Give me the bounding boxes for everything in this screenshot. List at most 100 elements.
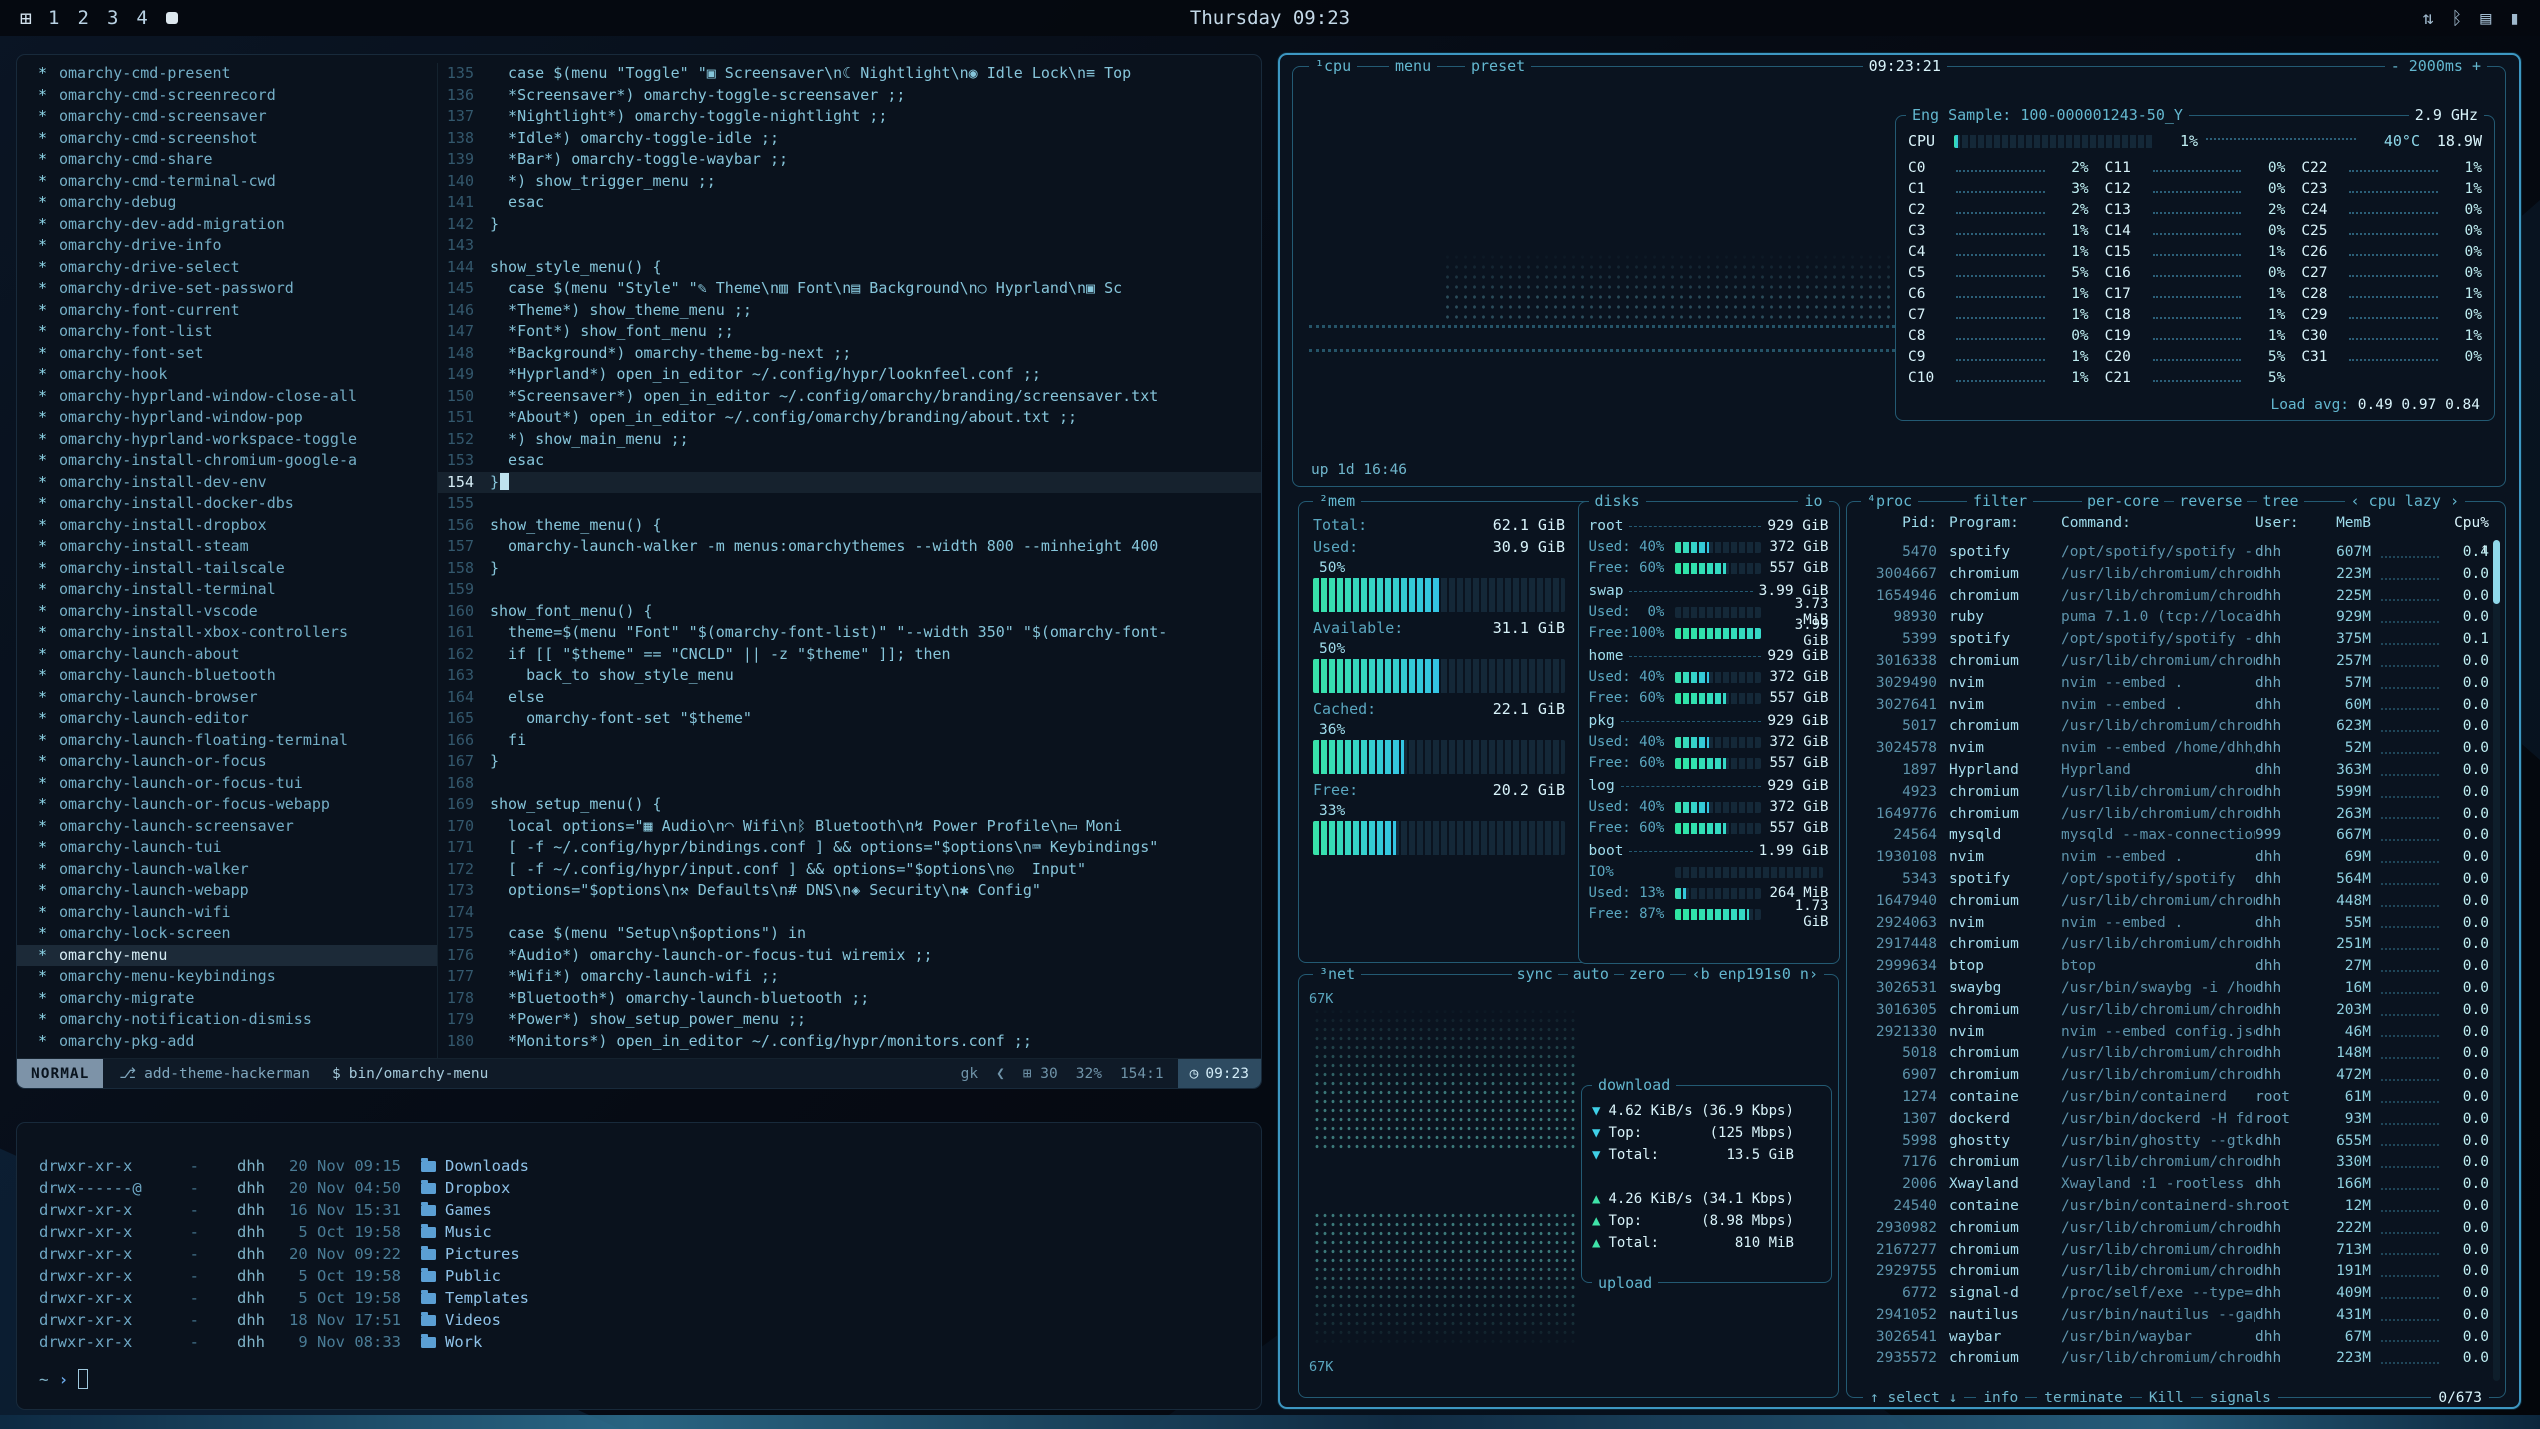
directory-name[interactable]: Videos [421, 1309, 501, 1331]
file-item[interactable]: * omarchy-migrate [17, 988, 437, 1010]
directory-name[interactable]: Templates [421, 1287, 529, 1309]
process-row[interactable]: 1274 containe /usr/bin/containerd root 6… [1857, 1087, 2489, 1109]
file-item[interactable]: * omarchy-install-xbox-controllers [17, 622, 437, 644]
file-item[interactable]: * omarchy-menu-keybindings [17, 966, 437, 988]
file-item[interactable]: * omarchy-pkg-add [17, 1031, 437, 1053]
process-row[interactable]: 3026531 swaybg /usr/bin/swaybg -i /hom d… [1857, 978, 2489, 1000]
process-row[interactable]: 2930982 chromium /usr/lib/chromium/chrom… [1857, 1218, 2489, 1240]
process-row[interactable]: 3029490 nvim nvim --embed . dhh 57M 0.0 [1857, 673, 2489, 695]
file-item[interactable]: * omarchy-font-list [17, 321, 437, 343]
mem-box-title[interactable]: ²mem [1313, 491, 1361, 511]
process-row[interactable]: 5343 spotify /opt/spotify/spotify dhh 56… [1857, 869, 2489, 891]
file-item[interactable]: * omarchy-install-terminal [17, 579, 437, 601]
net-box-title[interactable]: ³net [1313, 964, 1361, 984]
process-row[interactable]: 3026541 waybar /usr/bin/waybar dhh 67M 0… [1857, 1327, 2489, 1349]
file-item[interactable]: * omarchy-launch-walker [17, 859, 437, 881]
proc-option[interactable]: per-core [2082, 491, 2164, 511]
file-item[interactable]: * omarchy-launch-bluetooth [17, 665, 437, 687]
process-row[interactable]: 3024578 nvim nvim --embed /home/dhh/ dhh… [1857, 738, 2489, 760]
process-row[interactable]: 1647940 chromium /usr/lib/chromium/chrom… [1857, 891, 2489, 913]
process-row[interactable]: 24540 containe /usr/bin/containerd-shi r… [1857, 1196, 2489, 1218]
filter-button[interactable]: filter [1967, 491, 2033, 511]
process-row[interactable]: 6907 chromium /usr/lib/chromium/chrom dh… [1857, 1065, 2489, 1087]
process-row[interactable]: 1654946 chromium /usr/lib/chromium/chrom… [1857, 586, 2489, 608]
footer-action[interactable]: ↑ select ↓ [1863, 1387, 1964, 1409]
net-control[interactable]: sync [1512, 964, 1558, 984]
battery-icon[interactable]: ▮ [2509, 8, 2520, 29]
process-row[interactable]: 2917448 chromium /usr/lib/chromium/chrom… [1857, 934, 2489, 956]
file-item[interactable]: * omarchy-install-dev-env [17, 472, 437, 494]
terminal-window[interactable]: drwxr-xr-x - dhh 20 Nov 09:15 Downloads … [16, 1122, 1262, 1410]
io-mode-toggle[interactable]: io [1798, 491, 1828, 511]
file-item[interactable]: * omarchy-lock-screen [17, 923, 437, 945]
update-interval-control[interactable]: - 2000ms + [2385, 56, 2487, 76]
process-row[interactable]: 2167277 chromium /usr/lib/chromium/chrom… [1857, 1240, 2489, 1262]
process-row[interactable]: 2006 Xwayland Xwayland :1 -rootless - dh… [1857, 1174, 2489, 1196]
file-item[interactable]: * omarchy-install-vscode [17, 601, 437, 623]
directory-name[interactable]: Music [421, 1221, 492, 1243]
process-row[interactable]: 5018 chromium /usr/lib/chromium/chrom dh… [1857, 1043, 2489, 1065]
file-item[interactable]: * omarchy-launch-tui [17, 837, 437, 859]
file-item[interactable]: * omarchy-launch-about [17, 644, 437, 666]
process-row[interactable]: 1307 dockerd /usr/bin/dockerd -H fd: roo… [1857, 1109, 2489, 1131]
process-row[interactable]: 2924063 nvim nvim --embed . dhh 55M 0.0 [1857, 913, 2489, 935]
workspace-button[interactable]: 4 [136, 7, 147, 29]
process-row[interactable]: 1897 Hyprland Hyprland dhh 363M 0.0 [1857, 760, 2489, 782]
directory-name[interactable]: Downloads [421, 1155, 529, 1177]
code-editor[interactable]: 135 case $(menu "Toggle" "▣ Screensaver\… [437, 63, 1261, 1058]
file-item[interactable]: * omarchy-launch-or-focus-tui [17, 773, 437, 795]
file-item[interactable]: * omarchy-launch-or-focus [17, 751, 437, 773]
file-item[interactable]: * omarchy-install-steam [17, 536, 437, 558]
file-item[interactable]: * omarchy-cmd-share [17, 149, 437, 171]
process-row[interactable]: 2921330 nvim nvim --embed config.jso dhh… [1857, 1022, 2489, 1044]
proc-option[interactable]: reverse [2174, 491, 2247, 511]
file-item[interactable]: * omarchy-font-set [17, 343, 437, 365]
sort-control[interactable]: ‹ cpu lazy › [2345, 491, 2465, 511]
file-item[interactable]: * omarchy-install-tailscale [17, 558, 437, 580]
file-item[interactable]: * omarchy-menu [17, 945, 437, 967]
process-row[interactable]: 7176 chromium /usr/lib/chromium/chrom dh… [1857, 1152, 2489, 1174]
tray-icon[interactable]: ▤ [2480, 8, 2491, 29]
file-item[interactable]: * omarchy-drive-select [17, 257, 437, 279]
file-item[interactable]: * omarchy-launch-editor [17, 708, 437, 730]
file-item[interactable]: * omarchy-hyprland-workspace-toggle [17, 429, 437, 451]
process-row[interactable]: 5017 chromium /usr/lib/chromium/chrom dh… [1857, 716, 2489, 738]
file-item[interactable]: * omarchy-launch-browser [17, 687, 437, 709]
file-item[interactable]: * omarchy-install-chromium-google-a [17, 450, 437, 472]
process-row[interactable]: 24564 mysqld mysqld --max-connection 999… [1857, 825, 2489, 847]
file-item[interactable]: * omarchy-hook [17, 364, 437, 386]
directory-name[interactable]: Pictures [421, 1243, 520, 1265]
process-row[interactable]: 5399 spotify /opt/spotify/spotify -- dhh… [1857, 629, 2489, 651]
file-item[interactable]: * omarchy-cmd-terminal-cwd [17, 171, 437, 193]
process-row[interactable]: 2999634 btop btop dhh 27M 0.0 [1857, 956, 2489, 978]
file-item[interactable]: * omarchy-launch-or-focus-webapp [17, 794, 437, 816]
process-row[interactable]: 3016338 chromium /usr/lib/chromium/chrom… [1857, 651, 2489, 673]
bluetooth-icon[interactable]: ᛒ [2452, 8, 2463, 29]
process-row[interactable]: 1930108 nvim nvim --embed . dhh 69M 0.0 [1857, 847, 2489, 869]
file-item[interactable]: * omarchy-font-current [17, 300, 437, 322]
file-item[interactable]: * omarchy-cmd-screenrecord [17, 85, 437, 107]
file-item[interactable]: * omarchy-launch-floating-terminal [17, 730, 437, 752]
proc-option[interactable]: tree [2257, 491, 2303, 511]
process-row[interactable]: 2929755 chromium /usr/lib/chromium/chrom… [1857, 1261, 2489, 1283]
process-row[interactable]: 4923 chromium /usr/lib/chromium/chrom dh… [1857, 782, 2489, 804]
footer-action[interactable]: Kill [2142, 1387, 2191, 1409]
file-item[interactable]: * omarchy-cmd-screenshot [17, 128, 437, 150]
process-row[interactable]: 5470 spotify /opt/spotify/spotify -- dhh… [1857, 542, 2489, 564]
footer-action[interactable]: info [1976, 1387, 2025, 1409]
file-item[interactable]: * omarchy-install-docker-dbs [17, 493, 437, 515]
file-item[interactable]: * omarchy-launch-wifi [17, 902, 437, 924]
file-item[interactable]: * omarchy-drive-info [17, 235, 437, 257]
file-item[interactable]: * omarchy-launch-webapp [17, 880, 437, 902]
menu-button[interactable]: menu [1389, 56, 1437, 76]
file-item[interactable]: * omarchy-cmd-screensaver [17, 106, 437, 128]
file-item[interactable]: * omarchy-drive-set-password [17, 278, 437, 300]
directory-name[interactable]: Work [421, 1331, 482, 1353]
process-row[interactable]: 3016305 chromium /usr/lib/chromium/chrom… [1857, 1000, 2489, 1022]
proc-box-title[interactable]: ⁴proc [1861, 491, 1918, 511]
file-item[interactable]: * omarchy-dev-add-migration [17, 214, 437, 236]
process-row[interactable]: 3027641 nvim nvim --embed . dhh 60M 0.0 [1857, 695, 2489, 717]
directory-name[interactable]: Dropbox [421, 1177, 510, 1199]
process-row[interactable]: 6772 signal-d /proc/self/exe --type=r dh… [1857, 1283, 2489, 1305]
footer-action[interactable]: signals [2203, 1387, 2278, 1409]
